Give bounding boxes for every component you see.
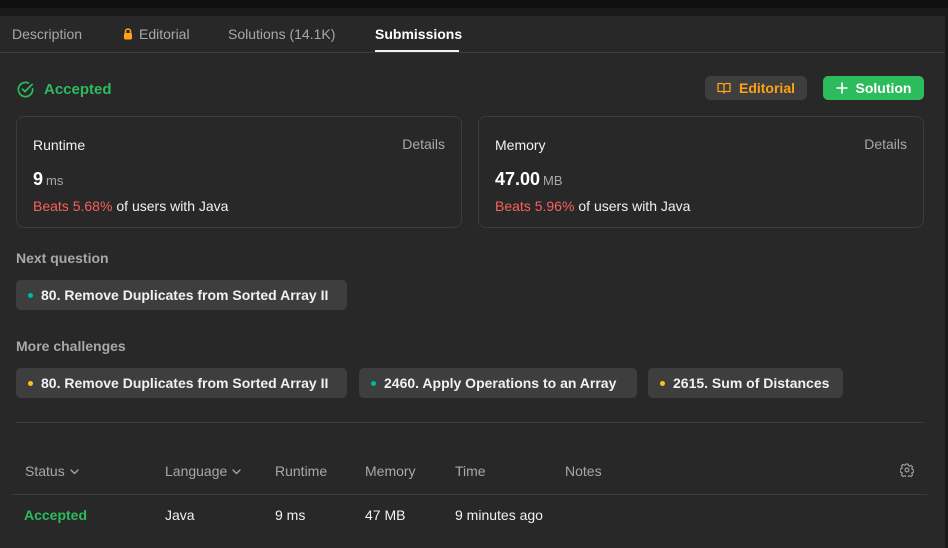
row-runtime: 9 ms — [275, 507, 306, 523]
time-header: Time — [455, 463, 486, 479]
next-question-title: 80. Remove Duplicates from Sorted Array … — [41, 287, 329, 303]
runtime-beats-suffix: of users with Java — [116, 198, 229, 214]
challenge-title: 2615. Sum of Distances — [673, 375, 830, 391]
memory-beats: Beats 5.96% of users with Java — [495, 198, 690, 214]
check-circle-icon — [17, 81, 34, 97]
chevron-down-icon — [70, 469, 79, 475]
memory-header: Memory — [365, 463, 416, 479]
memory-card: Memory Details 47.00 MB Beats 5.96% of use… — [478, 116, 924, 228]
language-header-label: Language — [165, 463, 228, 479]
lock-icon — [124, 28, 132, 40]
solution-button-label: Solution — [855, 80, 912, 96]
gear-icon[interactable] — [900, 463, 914, 477]
runtime-details-link[interactable]: Details — [402, 136, 445, 152]
memory-beats-percent: Beats 5.96% — [495, 198, 575, 214]
memory-unit: MB — [543, 173, 563, 188]
challenge-title: 2460. Apply Operations to an Array — [384, 375, 617, 391]
runtime-beats-percent: Beats 5.68% — [33, 198, 113, 214]
tab-bar: Description Editorial Solutions (14.1K) … — [0, 16, 945, 53]
tab-description[interactable]: Description — [12, 26, 82, 42]
runtime-number: 9 — [33, 169, 44, 189]
language-column-filter[interactable]: Language — [165, 463, 241, 479]
more-challenges-heading: More challenges — [16, 338, 126, 354]
plus-icon — [835, 82, 848, 94]
difficulty-dot — [28, 380, 33, 386]
challenge-chip[interactable]: 2460. Apply Operations to an Array — [359, 368, 637, 398]
notes-header: Notes — [565, 463, 602, 479]
add-solution-button[interactable]: Solution — [823, 76, 924, 100]
tab-submissions[interactable]: Submissions — [375, 26, 462, 42]
status-column-filter[interactable]: Status — [25, 463, 79, 479]
difficulty-dot — [28, 292, 33, 298]
submission-panel: Description Editorial Solutions (14.1K) … — [0, 16, 945, 548]
section-divider — [16, 422, 924, 423]
runtime-beats: Beats 5.68% of users with Java — [33, 198, 228, 214]
tab-editorial-label: Editorial — [139, 26, 190, 42]
status-header-label: Status — [25, 463, 65, 479]
chevron-down-icon — [232, 469, 241, 475]
window-top-strip — [0, 0, 948, 8]
tab-solutions[interactable]: Solutions (14.1K) — [228, 26, 335, 42]
status-accepted-label: Accepted — [44, 80, 112, 98]
challenge-title: 80. Remove Duplicates from Sorted Array … — [41, 375, 329, 391]
challenge-chip[interactable]: 2615. Sum of Distances — [648, 368, 843, 398]
memory-value: 47.00 MB — [495, 169, 563, 190]
runtime-value: 9 ms — [33, 169, 63, 190]
runtime-label: Runtime — [33, 137, 86, 153]
next-question-chip[interactable]: 80. Remove Duplicates from Sorted Array … — [16, 280, 347, 310]
memory-beats-suffix: of users with Java — [578, 198, 691, 214]
tab-editorial[interactable]: Editorial — [123, 26, 190, 42]
memory-number: 47.00 — [495, 169, 541, 189]
runtime-unit: ms — [46, 173, 64, 188]
runtime-header: Runtime — [275, 463, 328, 479]
runtime-card: Runtime Details 9 ms Beats 5.68% of users … — [16, 116, 462, 228]
editorial-button-label: Editorial — [738, 80, 795, 96]
row-memory: 47 MB — [365, 507, 406, 523]
row-status[interactable]: Accepted — [24, 507, 87, 523]
difficulty-dot — [371, 380, 376, 386]
next-question-heading: Next question — [16, 250, 109, 266]
difficulty-dot — [660, 380, 665, 386]
editorial-button[interactable]: Editorial — [705, 76, 807, 100]
active-tab-indicator — [375, 50, 459, 52]
table-header-divider — [12, 494, 927, 495]
row-time: 9 minutes ago — [455, 507, 543, 523]
challenge-chip[interactable]: 80. Remove Duplicates from Sorted Array … — [16, 368, 347, 398]
book-icon — [717, 82, 731, 94]
memory-label: Memory — [495, 137, 546, 153]
memory-details-link[interactable]: Details — [864, 136, 907, 152]
row-language: Java — [165, 507, 195, 523]
submission-status: Accepted — [16, 79, 112, 99]
